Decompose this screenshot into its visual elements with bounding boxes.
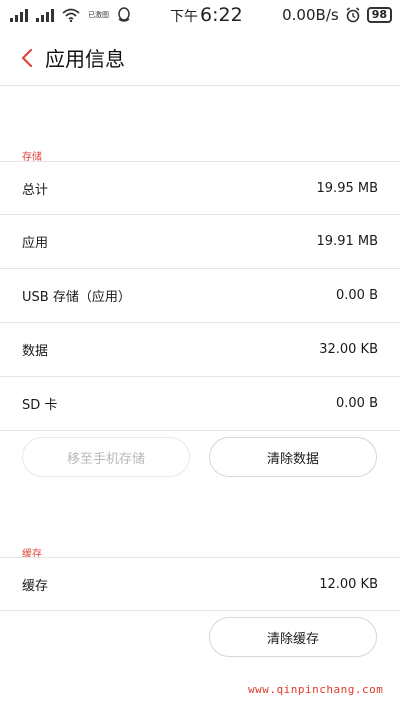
storage-row-data: 数据 32.00 KB [0,323,400,377]
storage-row-app: 应用 19.91 MB [0,215,400,269]
signal-1-icon [10,8,28,22]
app-header: 应用信息 [0,30,400,86]
row-value: 19.95 MB [316,180,378,196]
row-value: 32.00 KB [319,342,378,357]
row-label: SD 卡 [22,398,58,413]
storage-row-sd: SD 卡 0.00 B [0,377,400,431]
clock-time: 6:22 [200,4,243,26]
row-value: 19.91 MB [316,234,378,249]
row-label: 总计 [22,182,49,198]
status-left: 已激图 [10,7,131,23]
battery-indicator: 98 [366,7,392,23]
back-arrow-icon[interactable] [20,47,34,69]
row-value: 0.00 B [336,396,378,411]
row-label: 数据 [22,344,49,359]
signal-2-icon [36,8,54,22]
row-value: 12.00 KB [319,576,378,592]
clear-cache-button[interactable]: 清除缓存 [209,617,377,657]
row-label: 缓存 [22,578,49,594]
storage-row-usb: USB 存储（应用） 0.00 B [0,269,400,323]
watermark: www.qinpinchang.com [248,683,384,696]
page-title: 应用信息 [45,47,125,71]
hd-label: 已激图 [88,11,109,19]
clear-data-button[interactable]: 清除数据 [209,437,377,477]
row-label: USB 存储（应用） [22,290,131,305]
qq-icon [117,7,131,23]
alarm-icon [345,7,361,23]
wifi-icon [62,8,80,22]
net-speed: 0.00B/s [282,6,339,24]
status-right: 0.00B/s 98 [282,6,392,24]
storage-row-total: 总计 19.95 MB [0,161,400,215]
move-to-phone-storage-button: 移至手机存储 [22,437,190,477]
row-value: 0.00 B [336,288,378,303]
status-clock: 下午 6:22 [170,4,243,26]
clock-ampm: 下午 [170,9,198,25]
status-bar: 已激图 下午 6:22 0.00B/s 98 [0,0,400,30]
row-label: 应用 [22,236,49,251]
cache-row: 缓存 12.00 KB [0,557,400,611]
